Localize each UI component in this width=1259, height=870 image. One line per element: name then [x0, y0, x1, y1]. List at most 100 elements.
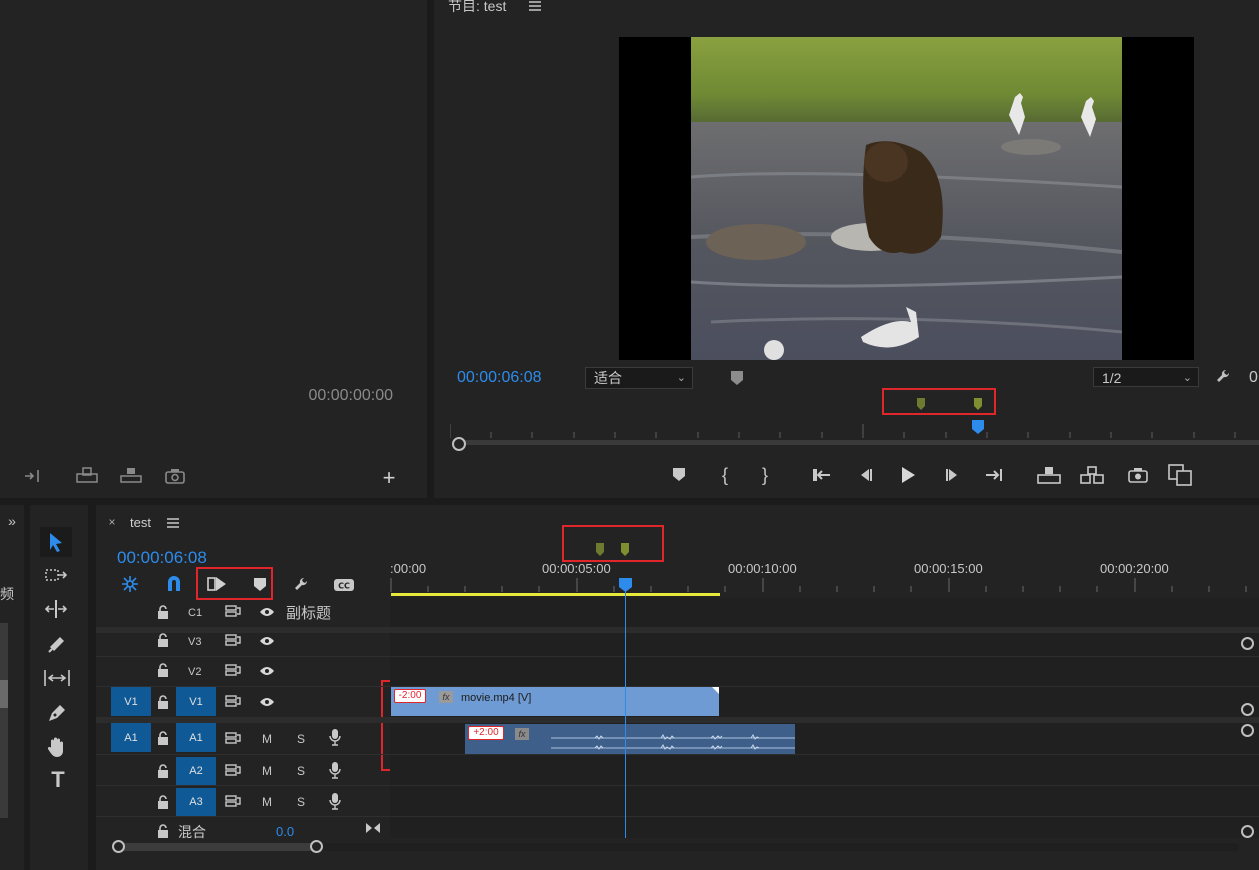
sequence-playhead-line[interactable]	[625, 590, 626, 838]
timeline-zoom-thumb[interactable]	[118, 843, 316, 851]
video-tracks-scroll-handle-bottom[interactable]	[1241, 703, 1254, 716]
source-patch-v1[interactable]: V1	[111, 687, 151, 716]
program-time-ruler[interactable]	[449, 424, 1259, 438]
track-target-a1[interactable]: A1	[176, 723, 216, 752]
mute-button[interactable]: M	[262, 732, 272, 746]
zoom-select[interactable]: 适合 ⌄	[585, 367, 693, 389]
lock-icon[interactable]	[156, 632, 170, 648]
sequence-tab-title[interactable]: test	[130, 515, 151, 530]
add-marker-icon[interactable]	[672, 467, 686, 483]
snap-magnet-icon[interactable]	[164, 575, 184, 593]
microphone-icon[interactable]	[328, 761, 342, 779]
solo-button[interactable]: S	[297, 795, 305, 809]
eye-icon[interactable]	[258, 634, 276, 648]
hamburger-menu-icon[interactable]	[167, 517, 179, 529]
sync-lock-icon[interactable]	[224, 633, 242, 647]
program-timecode[interactable]: 00:00:06:08	[457, 369, 542, 387]
sequence-time-ruler[interactable]: :00:00 00:00:05:00 00:00:10:00 00:00:15:…	[390, 560, 1259, 598]
step-forward-icon[interactable]	[944, 466, 962, 484]
marker-icon[interactable]	[620, 541, 630, 557]
track-target-a3[interactable]: A3	[176, 788, 216, 816]
track-target-a2[interactable]: A2	[176, 757, 216, 785]
double-chevron-icon[interactable]: »	[3, 513, 21, 529]
marker-icon[interactable]	[595, 541, 605, 557]
mark-in-icon[interactable]: {	[718, 465, 732, 485]
camera-icon[interactable]	[164, 467, 186, 485]
lock-icon[interactable]	[156, 604, 170, 620]
zoom-handle-left-icon[interactable]	[112, 840, 125, 853]
sync-lock-icon[interactable]	[224, 663, 242, 677]
eye-icon[interactable]	[258, 664, 276, 678]
audio-tracks-scroll-handle-top[interactable]	[1241, 724, 1254, 737]
wrench-icon[interactable]	[1214, 367, 1234, 387]
sync-lock-icon[interactable]	[224, 731, 242, 745]
sequence-playhead-icon[interactable]	[618, 577, 633, 593]
captions-icon[interactable]: CC	[332, 576, 356, 594]
lock-icon[interactable]	[156, 823, 170, 839]
slip-tool-icon[interactable]	[42, 666, 72, 690]
mute-button[interactable]: M	[262, 764, 272, 778]
work-area-bar[interactable]	[391, 593, 720, 596]
program-scrub-track[interactable]	[458, 440, 1259, 445]
audio-tracks-scroll-handle-bottom[interactable]	[1241, 825, 1254, 838]
panel-fragment-thumb[interactable]	[0, 680, 8, 708]
wrench-icon[interactable]	[292, 575, 312, 595]
export-frame-icon[interactable]	[1127, 466, 1149, 484]
track-label-v2[interactable]: V2	[188, 666, 201, 678]
lift-icon[interactable]	[1036, 465, 1062, 485]
add-button-icon[interactable]: +	[379, 465, 399, 490]
source-patch-a1[interactable]: A1	[111, 723, 151, 752]
close-tab-icon[interactable]: ×	[106, 515, 118, 529]
audio-clip[interactable]: +2:00 fx	[465, 724, 795, 754]
zoom-handle-icon[interactable]	[452, 437, 466, 451]
video-tracks-scroll-handle-top[interactable]	[1241, 637, 1254, 650]
track-label-c1[interactable]: C1	[188, 607, 202, 619]
mark-out-icon[interactable]: }	[758, 465, 772, 485]
lock-icon[interactable]	[156, 694, 170, 710]
add-marker-icon[interactable]	[729, 369, 745, 387]
sync-lock-icon[interactable]	[224, 604, 242, 618]
play-icon[interactable]	[899, 465, 917, 485]
selection-tool-icon[interactable]	[40, 527, 72, 557]
lock-icon[interactable]	[156, 794, 170, 810]
lift-icon[interactable]	[118, 466, 144, 484]
track-target-v1[interactable]: V1	[176, 687, 216, 716]
video-clip[interactable]: -2:00 fx movie.mp4 [V]	[391, 687, 719, 716]
type-tool-icon[interactable]: T	[46, 767, 70, 793]
overwrite-icon[interactable]	[74, 466, 100, 484]
program-monitor-title[interactable]: 节目: test	[448, 0, 506, 16]
resolution-select[interactable]: 1/2 ⌄	[1093, 367, 1199, 387]
nest-sequence-icon[interactable]	[120, 575, 140, 593]
lock-icon[interactable]	[156, 763, 170, 779]
eye-icon[interactable]	[258, 605, 276, 619]
fx-badge-icon[interactable]: fx	[439, 691, 453, 703]
eye-icon[interactable]	[258, 695, 276, 709]
microphone-icon[interactable]	[328, 728, 342, 746]
razor-tool-icon[interactable]	[44, 631, 70, 657]
insert-icon[interactable]	[22, 467, 44, 485]
step-back-icon[interactable]	[856, 466, 874, 484]
pen-tool-icon[interactable]	[44, 700, 70, 726]
lock-icon[interactable]	[156, 730, 170, 746]
zoom-handle-right-icon[interactable]	[310, 840, 323, 853]
sync-lock-icon[interactable]	[224, 794, 242, 808]
lock-icon[interactable]	[156, 662, 170, 678]
solo-button[interactable]: S	[297, 732, 305, 746]
ripple-edit-tool-icon[interactable]	[42, 597, 70, 621]
extract-icon[interactable]	[1079, 465, 1105, 485]
solo-button[interactable]: S	[297, 764, 305, 778]
comparison-view-icon[interactable]	[1167, 464, 1193, 486]
mute-button[interactable]: M	[262, 795, 272, 809]
panel-fragment-scrollbar[interactable]	[0, 623, 8, 818]
go-to-out-icon[interactable]	[984, 466, 1004, 484]
go-to-in-out-icon[interactable]	[364, 820, 382, 836]
mix-value[interactable]: 0.0	[276, 824, 294, 839]
microphone-icon[interactable]	[328, 792, 342, 810]
track-select-tool-icon[interactable]	[42, 563, 70, 587]
sync-lock-icon[interactable]	[224, 763, 242, 777]
program-playhead-icon[interactable]	[971, 419, 985, 435]
hand-tool-icon[interactable]	[44, 734, 70, 760]
fx-badge-icon[interactable]: fx	[515, 728, 529, 740]
hamburger-menu-icon[interactable]	[528, 0, 542, 12]
go-to-in-icon[interactable]	[812, 466, 832, 484]
